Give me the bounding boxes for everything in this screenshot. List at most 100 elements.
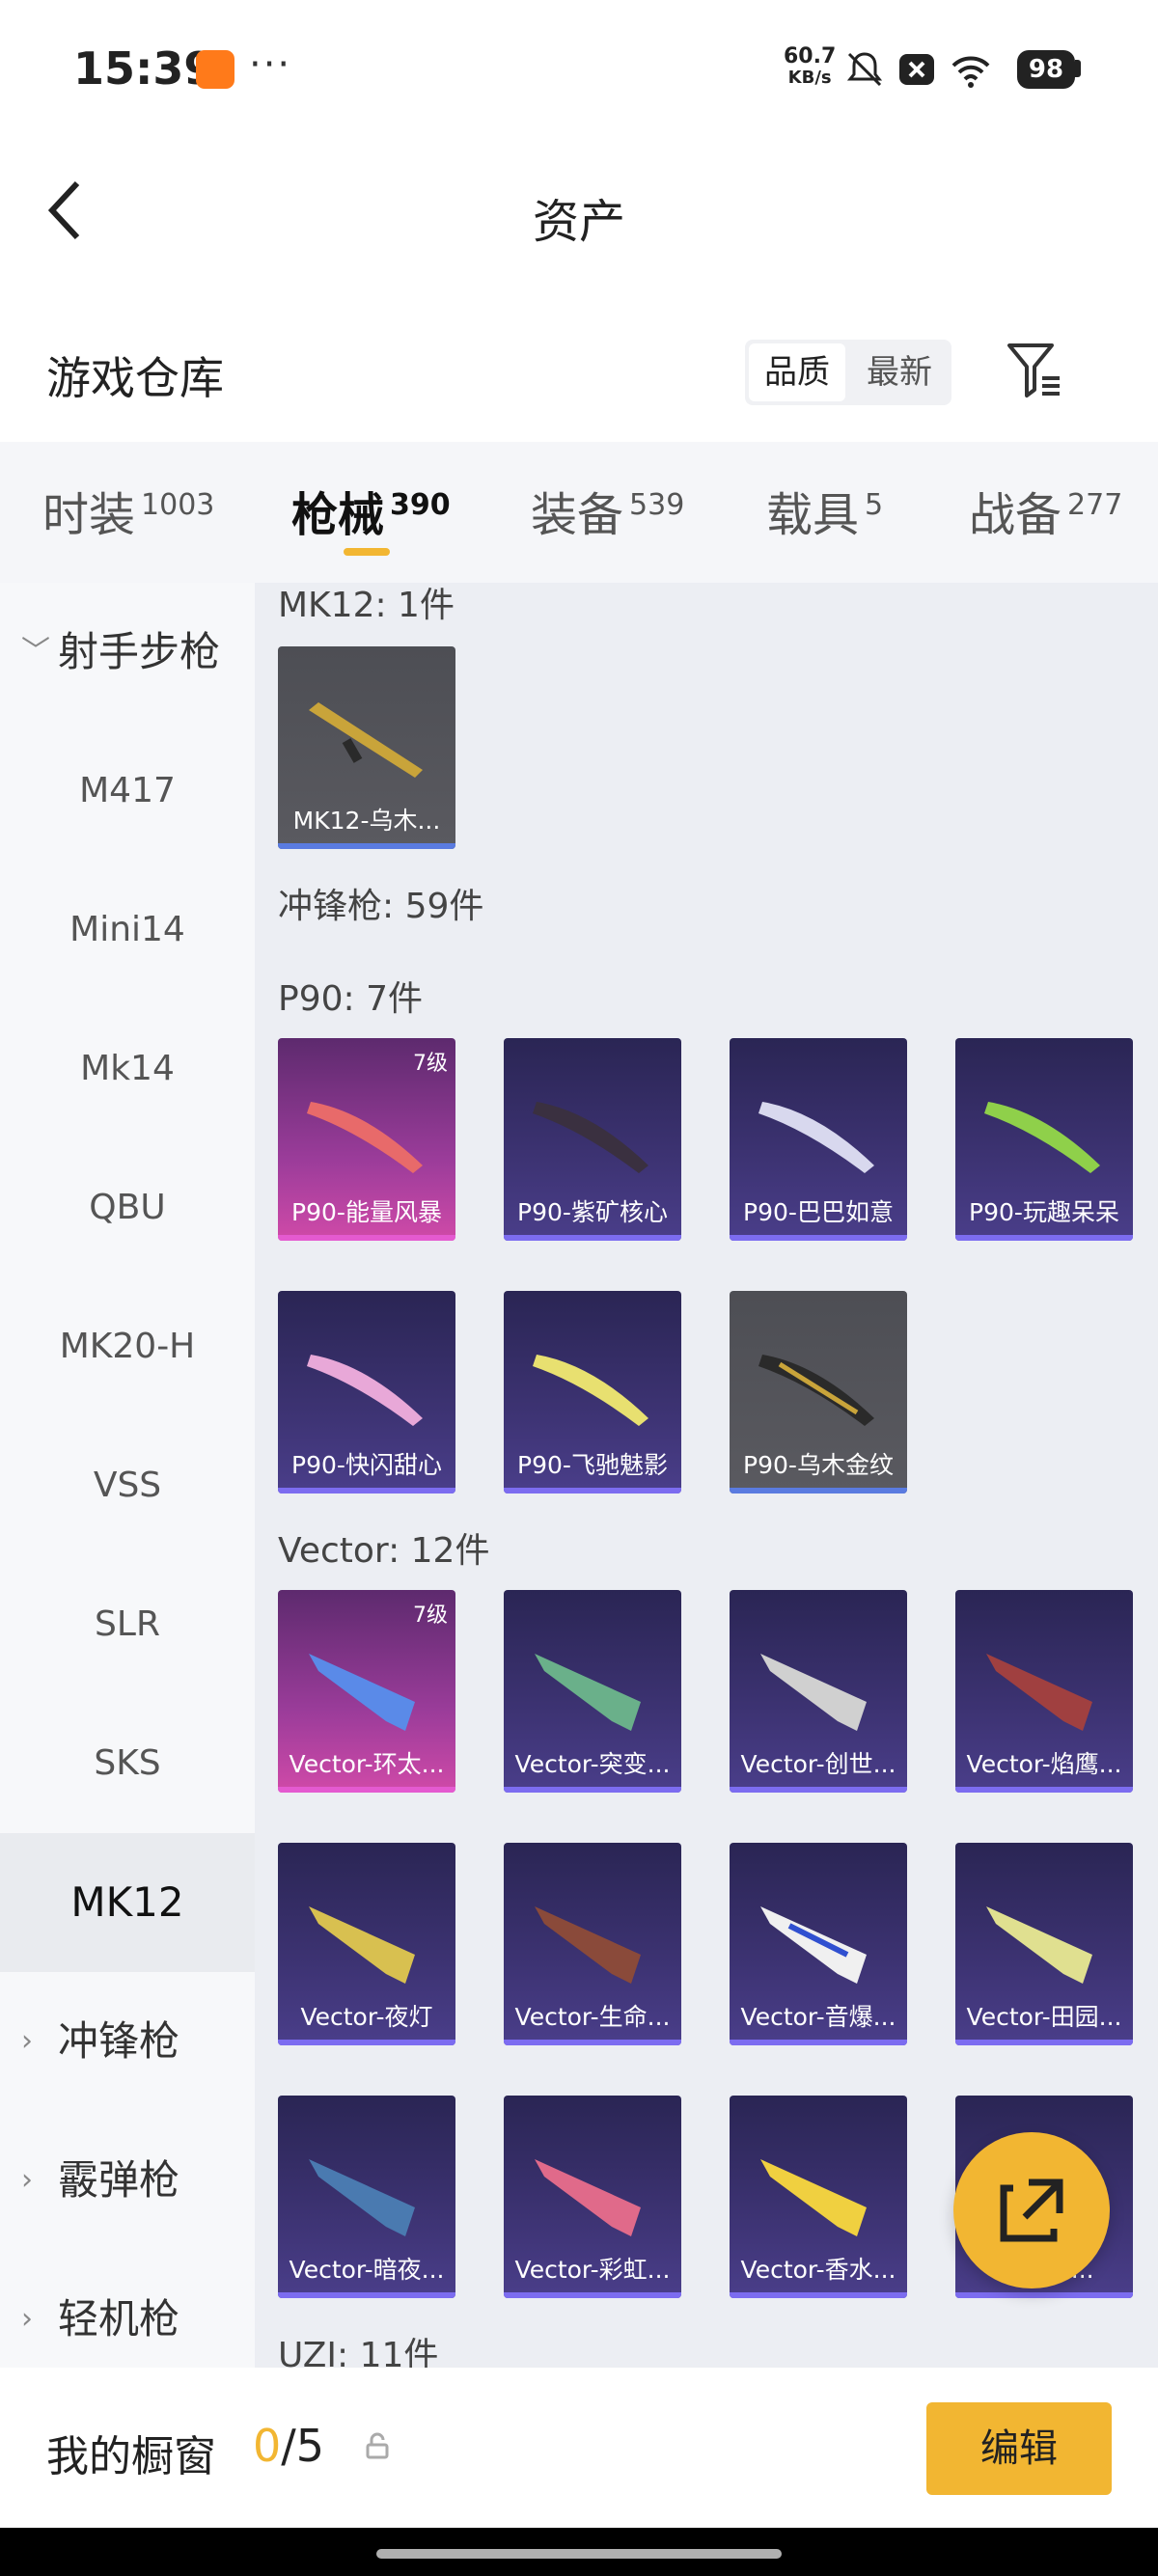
- weapon-card[interactable]: Vector-生命...: [504, 1843, 681, 2045]
- sidebar-item-mk14[interactable]: Mk14: [0, 1000, 255, 1138]
- rarity-bar: [955, 1235, 1133, 1241]
- active-tab-indicator: [344, 548, 390, 556]
- sidebar-group-smg[interactable]: › 冲锋枪: [0, 1972, 255, 2111]
- battery-tip: [1075, 60, 1081, 77]
- filter-icon[interactable]: [1004, 340, 1065, 401]
- rarity-bar: [278, 2040, 455, 2045]
- sidebar-item-mini14[interactable]: Mini14: [0, 861, 255, 1000]
- smg-icon: [309, 1906, 415, 1984]
- edit-button[interactable]: 编辑: [926, 2402, 1112, 2495]
- network-speed: 60.7 KB/s: [784, 46, 836, 89]
- tab-fashion[interactable]: 时装 1003: [42, 477, 214, 544]
- chevron-down-icon: ﹀: [21, 635, 50, 669]
- smg-icon: [760, 1654, 867, 1731]
- weapon-card-label: Vector-田园...: [966, 2003, 1122, 2031]
- chevron-right-icon: ›: [21, 2163, 33, 2197]
- tab-vehicles[interactable]: 载具 5: [766, 477, 883, 544]
- rarity-bar: [955, 1787, 1133, 1793]
- home-indicator[interactable]: [376, 2549, 782, 2559]
- weapon-card[interactable]: 7级 P90-能量风暴: [278, 1038, 455, 1241]
- rarity-bar: [278, 1488, 455, 1494]
- weapon-card[interactable]: P90-飞驰魅影: [504, 1291, 681, 1494]
- smg-icon: [533, 1355, 648, 1426]
- sidebar-item-slr[interactable]: SLR: [0, 1555, 255, 1694]
- smg-icon: [760, 2159, 867, 2236]
- weapon-card[interactable]: Vector-音爆...: [730, 1843, 907, 2045]
- chevron-right-icon: ›: [21, 2024, 33, 2058]
- rarity-bar: [278, 1235, 455, 1241]
- smg-icon: [533, 1102, 648, 1173]
- weapon-card-label: Vector-生命...: [514, 2003, 671, 2031]
- vector-heading: Vector: 12件: [278, 1531, 490, 1571]
- weapon-card[interactable]: P90-乌木金纹: [730, 1291, 907, 1494]
- share-icon: [1000, 2179, 1063, 2242]
- weapon-card-label: Vector-香水...: [740, 2256, 896, 2284]
- smg-icon: [986, 1654, 1092, 1731]
- sim-off-icon: [899, 54, 934, 85]
- rarity-bar: [278, 2292, 455, 2298]
- weapon-card[interactable]: Vector-暗夜...: [278, 2096, 455, 2298]
- weapon-card[interactable]: 7级 Vector-环太...: [278, 1590, 455, 1793]
- smg-icon: [535, 1654, 641, 1731]
- weapon-card[interactable]: Vector-香水...: [730, 2096, 907, 2298]
- rarity-bar: [730, 1488, 907, 1494]
- sort-quality-button[interactable]: 品质: [749, 343, 845, 401]
- weapon-card[interactable]: MK12-乌木...: [278, 646, 455, 849]
- more-notifications-icon: ···: [249, 42, 292, 87]
- weapon-card-label: P90-紫矿核心: [517, 1198, 668, 1226]
- sidebar-group-marksman[interactable]: ﹀ 射手步枪: [0, 583, 255, 722]
- app-notification-icon: [196, 50, 234, 89]
- weapon-card[interactable]: Vector-彩虹...: [504, 2096, 681, 2298]
- weapon-card[interactable]: P90-紫矿核心: [504, 1038, 681, 1241]
- sidebar-item-sks[interactable]: SKS: [0, 1694, 255, 1833]
- sidebar-item-vss[interactable]: VSS: [0, 1416, 255, 1555]
- page-title: 资产: [532, 195, 625, 249]
- sidebar-item-qbu[interactable]: QBU: [0, 1138, 255, 1277]
- weapon-card[interactable]: Vector-夜灯: [278, 1843, 455, 2045]
- weapon-card[interactable]: P90-玩趣呆呆: [955, 1038, 1133, 1241]
- smg-icon: [535, 2159, 641, 2236]
- weapon-card-label: P90-能量风暴: [291, 1198, 442, 1226]
- rarity-bar: [504, 2292, 681, 2298]
- sidebar-group-shotgun[interactable]: › 霰弹枪: [0, 2111, 255, 2250]
- weapon-card[interactable]: Vector-焰鹰...: [955, 1590, 1133, 1793]
- smg-icon: [309, 1654, 415, 1731]
- smg-heading: 冲锋枪: 59件: [278, 887, 484, 926]
- share-button[interactable]: [953, 2132, 1110, 2288]
- weapon-card[interactable]: Vector-突变...: [504, 1590, 681, 1793]
- tab-equipment[interactable]: 装备 539: [531, 477, 684, 544]
- weapon-card-label: P90-乌木金纹: [743, 1451, 894, 1479]
- weapon-card[interactable]: Vector-创世...: [730, 1590, 907, 1793]
- weapon-card[interactable]: P90-巴巴如意: [730, 1038, 907, 1241]
- mute-bell-icon: [846, 52, 883, 87]
- smg-icon: [760, 1906, 867, 1984]
- rarity-bar: [730, 2040, 907, 2045]
- rifle-icon: [309, 702, 423, 778]
- tab-combat-prep[interactable]: 战备 277: [969, 477, 1122, 544]
- net-speed-unit: KB/s: [787, 68, 832, 88]
- p90-heading: P90: 7件: [278, 979, 423, 1019]
- weapon-card-label: P90-玩趣呆呆: [969, 1198, 1119, 1226]
- sidebar-item-m417[interactable]: M417: [0, 722, 255, 861]
- net-speed-value: 60.7: [784, 44, 837, 69]
- weapon-card[interactable]: Vector-田园...: [955, 1843, 1133, 2045]
- rarity-bar: [730, 1787, 907, 1793]
- rarity-bar: [955, 2292, 1133, 2298]
- weapon-card-label: Vector-焰鹰...: [966, 1750, 1122, 1778]
- weapon-card-label: Vector-音爆...: [740, 2003, 896, 2031]
- tab-guns[interactable]: 枪械 390: [291, 477, 451, 544]
- sort-newest-button[interactable]: 最新: [849, 343, 950, 401]
- weapon-card[interactable]: P90-快闪甜心: [278, 1291, 455, 1494]
- smg-icon: [307, 1355, 423, 1426]
- rarity-bar: [730, 1235, 907, 1241]
- rarity-bar: [504, 1787, 681, 1793]
- weapon-card-label: Vector-彩虹...: [514, 2256, 671, 2284]
- weapon-card-label: Vector-突变...: [514, 1750, 671, 1778]
- rarity-bar: [278, 1787, 455, 1793]
- smg-icon: [758, 1102, 874, 1173]
- showcase-count: 0/5: [253, 2420, 325, 2472]
- rarity-bar: [504, 1488, 681, 1494]
- weapon-card-label: Vector-创世...: [740, 1750, 896, 1778]
- sidebar-item-mk12[interactable]: MK12: [0, 1833, 255, 1972]
- sidebar-item-mk20h[interactable]: MK20-H: [0, 1277, 255, 1416]
